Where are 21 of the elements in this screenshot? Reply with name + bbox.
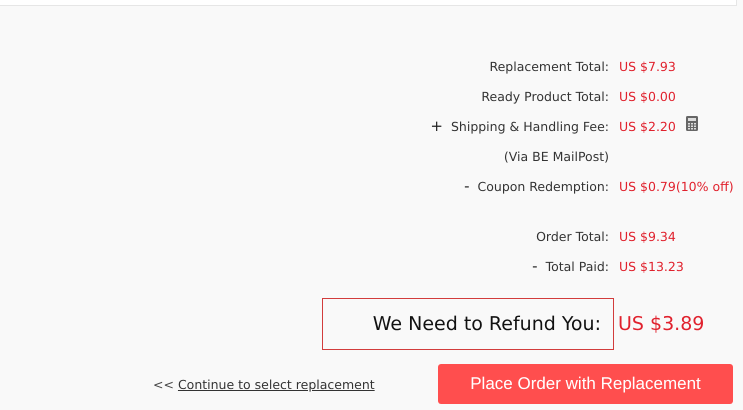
- back-arrows: <<: [153, 376, 174, 392]
- summary-value: US $2.20: [619, 118, 676, 134]
- summary-value: US $13.23: [619, 258, 684, 274]
- summary-label: Coupon Redemption:: [478, 178, 609, 194]
- summary-label: Replacement Total:: [489, 58, 609, 74]
- summary-value: US $0.00: [619, 88, 676, 104]
- sign-mark: -: [532, 257, 538, 275]
- summary-label: Shipping & Handling Fee:: [450, 118, 609, 134]
- refund-label: We Need to Refund You:: [322, 298, 614, 350]
- summary-label: Total Paid:: [546, 258, 609, 274]
- summary-value: US $7.93: [619, 58, 676, 74]
- continue-link[interactable]: Continue to select replacement: [178, 376, 375, 392]
- summary-label: Ready Product Total:: [481, 88, 609, 104]
- refund-amount: US $3.89: [618, 313, 704, 335]
- summary-value: US $0.79(10% off): [619, 178, 734, 194]
- summary-label: (Via BE MailPost): [504, 148, 609, 164]
- calculator-icon[interactable]: [686, 116, 698, 130]
- sign-mark: +: [430, 117, 443, 135]
- summary-value: US $9.34: [619, 228, 676, 244]
- summary-label: Order Total:: [536, 228, 609, 244]
- sign-mark: -: [464, 177, 470, 195]
